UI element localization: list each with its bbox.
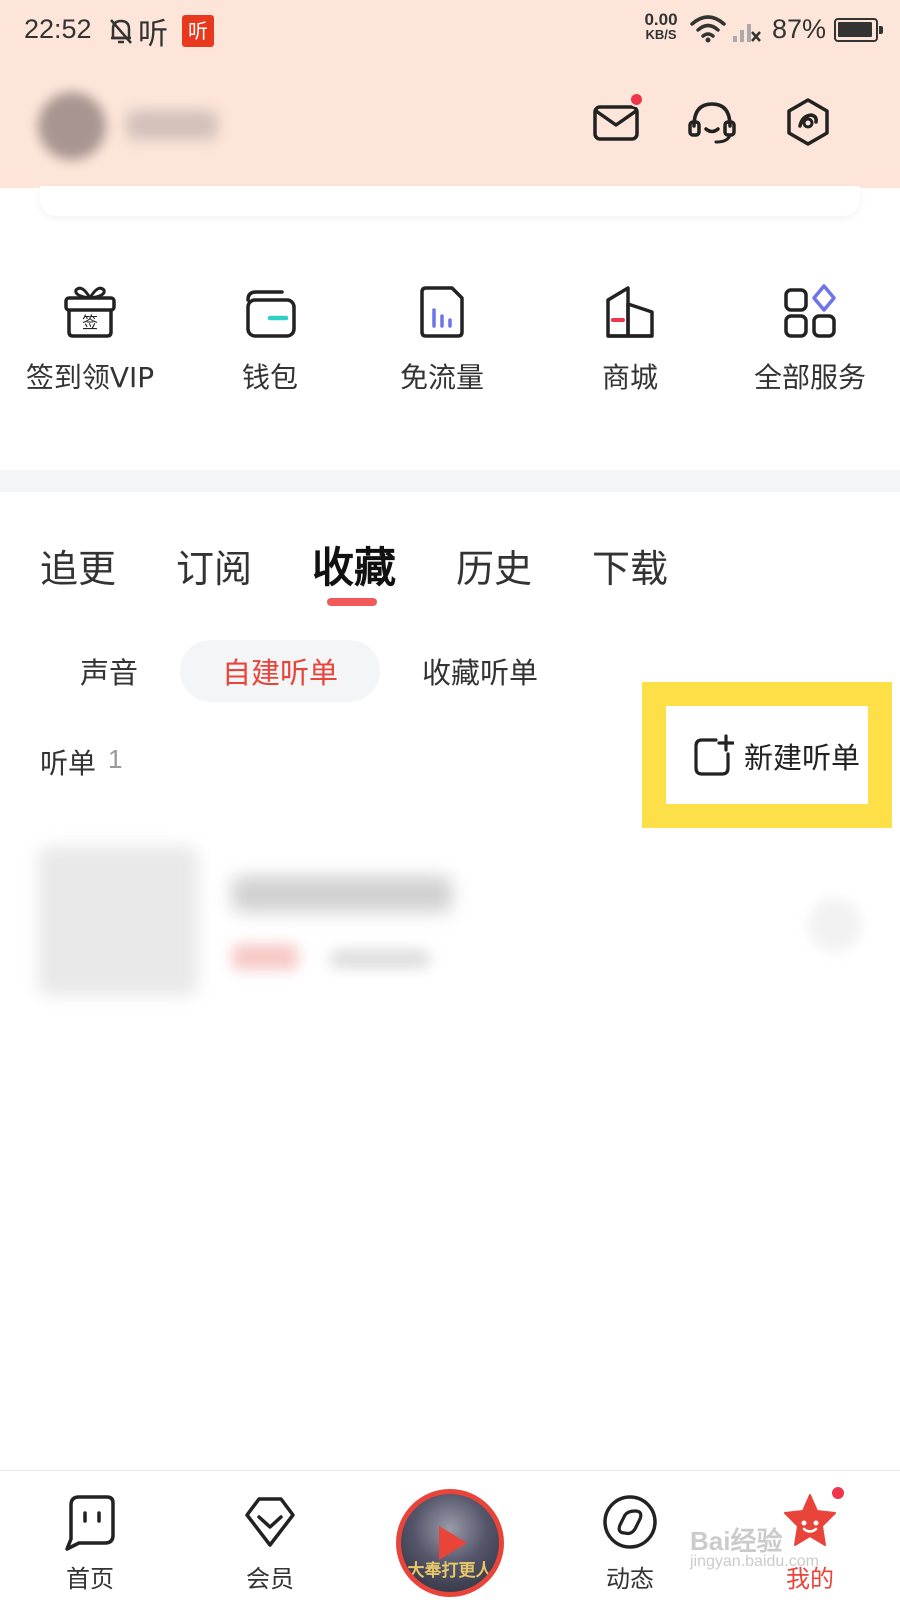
services-row: 签 签到领VIP 钱包 免流量 商城 全部服务 bbox=[0, 270, 900, 410]
service-wallet[interactable]: 钱包 bbox=[180, 270, 360, 396]
username-blurred[interactable] bbox=[126, 110, 218, 140]
avatar[interactable] bbox=[38, 92, 106, 160]
nav-label: 首页 bbox=[66, 1565, 114, 1593]
tab-history[interactable]: 历史 bbox=[456, 538, 532, 593]
tab-follow-updates[interactable]: 追更 bbox=[40, 538, 116, 593]
network-speed: 0.00 KB/S bbox=[636, 10, 686, 42]
play-icon bbox=[439, 1526, 467, 1560]
nav-vip[interactable]: 会员 bbox=[180, 1471, 360, 1600]
playlist-section-title: 听单 bbox=[40, 747, 97, 780]
playlist-more-button[interactable] bbox=[808, 898, 862, 952]
service-data-free[interactable]: 免流量 bbox=[352, 270, 532, 396]
gift-sign-icon: 签 bbox=[64, 286, 116, 338]
status-bar: 22:52 听 听 0.00 KB/S 87% bbox=[0, 0, 900, 64]
home-icon bbox=[65, 1495, 115, 1551]
status-app-indicator: 听 bbox=[138, 17, 168, 52]
headset-icon bbox=[688, 102, 736, 144]
all-services-icon bbox=[784, 284, 836, 338]
profile-notification-badge bbox=[830, 1485, 846, 1501]
tab-subscriptions[interactable]: 订阅 bbox=[176, 538, 252, 593]
svg-text:签: 签 bbox=[82, 313, 98, 332]
tab-favorites[interactable]: 收藏 bbox=[312, 534, 396, 595]
service-label: 签到领VIP bbox=[25, 361, 155, 394]
watermark-sub: jingyan.baidu.com bbox=[690, 1553, 819, 1570]
mail-button[interactable] bbox=[590, 92, 644, 148]
service-label: 免流量 bbox=[399, 361, 484, 394]
signal-icon bbox=[733, 24, 761, 42]
service-mall[interactable]: 商城 bbox=[540, 270, 720, 396]
new-playlist-label: 新建听单 bbox=[744, 741, 861, 775]
bottom-nav: 首页 会员 大奉打更人 动态 我的 Bai经验 jingyan.baidu.co… bbox=[0, 1470, 900, 1600]
nav-home[interactable]: 首页 bbox=[0, 1471, 180, 1600]
service-label: 钱包 bbox=[241, 361, 298, 394]
service-label: 商城 bbox=[601, 361, 658, 394]
playlist-cover-blurred bbox=[38, 846, 198, 996]
new-playlist-button[interactable]: 新建听单 bbox=[690, 734, 860, 778]
vip-icon bbox=[245, 1497, 295, 1547]
service-all[interactable]: 全部服务 bbox=[720, 270, 900, 396]
battery-percent: 87% bbox=[772, 14, 827, 44]
mail-unread-badge bbox=[629, 92, 644, 107]
subtab-my-playlists[interactable]: 自建听单 bbox=[222, 650, 338, 692]
network-speed-unit: KB/S bbox=[645, 27, 677, 42]
now-playing-cover-text: 大奉打更人 bbox=[407, 1561, 493, 1581]
settings-button[interactable] bbox=[782, 96, 834, 148]
now-playing-disc[interactable]: 大奉打更人 bbox=[396, 1489, 504, 1597]
wifi-icon bbox=[690, 15, 726, 43]
settings-icon bbox=[787, 98, 829, 146]
add-playlist-icon bbox=[694, 734, 734, 776]
status-time: 22:52 bbox=[24, 14, 92, 44]
play-disc-icon: 大奉打更人 bbox=[401, 1494, 499, 1592]
profile-header bbox=[0, 64, 900, 188]
tab-downloads[interactable]: 下载 bbox=[592, 538, 668, 593]
playlist-title-blurred bbox=[232, 876, 452, 912]
wallet-icon bbox=[246, 290, 296, 338]
service-sign-in-vip[interactable]: 签 签到领VIP bbox=[0, 270, 180, 396]
section-divider bbox=[0, 470, 900, 492]
service-label: 全部服务 bbox=[753, 361, 866, 394]
status-app-badge: 听 bbox=[182, 15, 214, 47]
profile-star-icon bbox=[784, 1494, 836, 1546]
subtab-sounds[interactable]: 声音 bbox=[80, 650, 138, 692]
data-free-icon bbox=[420, 286, 464, 338]
playlist-count: 1 bbox=[108, 744, 123, 774]
network-speed-value: 0.00 bbox=[644, 10, 678, 29]
mute-bell-icon bbox=[110, 19, 132, 44]
playlist-tag-blurred bbox=[232, 944, 298, 970]
playlist-meta-blurred bbox=[330, 950, 430, 968]
customer-service-button[interactable] bbox=[686, 96, 738, 148]
active-tab-indicator bbox=[327, 598, 377, 606]
battery-icon bbox=[834, 18, 883, 42]
mall-icon bbox=[606, 286, 654, 338]
subtab-saved-playlists[interactable]: 收藏听单 bbox=[422, 650, 538, 692]
profile-card-edge bbox=[40, 186, 860, 216]
feed-compass-icon bbox=[603, 1495, 657, 1549]
nav-label: 会员 bbox=[246, 1565, 294, 1593]
